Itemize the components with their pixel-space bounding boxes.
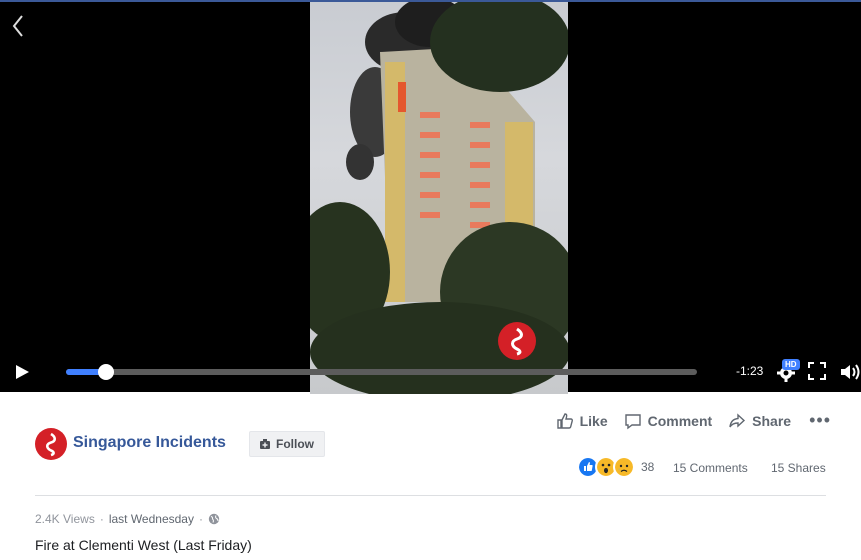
play-icon[interactable] — [12, 362, 32, 382]
share-button[interactable]: Share — [728, 412, 791, 430]
video-player[interactable]: -1:23 HD — [0, 0, 861, 394]
post-caption: Fire at Clementi West (Last Friday) — [35, 537, 252, 553]
comment-button[interactable]: Comment — [624, 412, 713, 430]
follow-icon — [260, 439, 270, 449]
meta-separator: · — [99, 512, 104, 526]
like-button[interactable]: Like — [556, 412, 608, 430]
post-info: Singapore Incidents Follow Like Comment — [0, 392, 861, 560]
reactions-summary[interactable]: 38 — [577, 456, 654, 478]
comments-count-link[interactable]: 15 Comments — [673, 461, 748, 475]
globe-icon[interactable] — [208, 513, 220, 525]
progress-scrubber[interactable] — [98, 364, 114, 380]
follow-label: Follow — [276, 437, 314, 451]
back-arrow-icon[interactable] — [8, 12, 28, 40]
post-timestamp[interactable]: last Wednesday — [109, 512, 194, 526]
meta-separator: · — [198, 512, 203, 526]
fullscreen-icon[interactable] — [808, 362, 826, 380]
comment-label: Comment — [647, 412, 713, 429]
player-controls: -1:23 HD — [0, 352, 861, 392]
share-arrow-icon — [729, 412, 746, 428]
sad-reaction-icon — [613, 456, 635, 478]
follow-button[interactable]: Follow — [249, 431, 325, 457]
like-label: Like — [579, 412, 608, 429]
reaction-count[interactable]: 38 — [641, 460, 654, 474]
page-avatar[interactable] — [35, 428, 67, 460]
comment-icon — [624, 413, 641, 429]
share-label: Share — [752, 412, 792, 429]
more-options-icon[interactable]: ••• — [809, 410, 831, 431]
page-name-link[interactable]: Singapore Incidents — [73, 434, 226, 452]
views-count: 2.4K Views — [35, 512, 95, 526]
divider — [35, 495, 826, 496]
shares-count-link[interactable]: 15 Shares — [771, 461, 826, 475]
volume-icon[interactable] — [838, 360, 861, 384]
hd-badge: HD — [782, 359, 800, 370]
thumbs-up-icon — [556, 412, 573, 429]
progress-track[interactable] — [66, 364, 697, 380]
post-actions: Like Comment Share ••• — [540, 410, 831, 431]
singapore-incidents-logo-icon — [36, 429, 66, 459]
time-remaining: -1:23 — [736, 364, 764, 378]
post-meta: 2.4K Views · last Wednesday · — [35, 512, 220, 526]
